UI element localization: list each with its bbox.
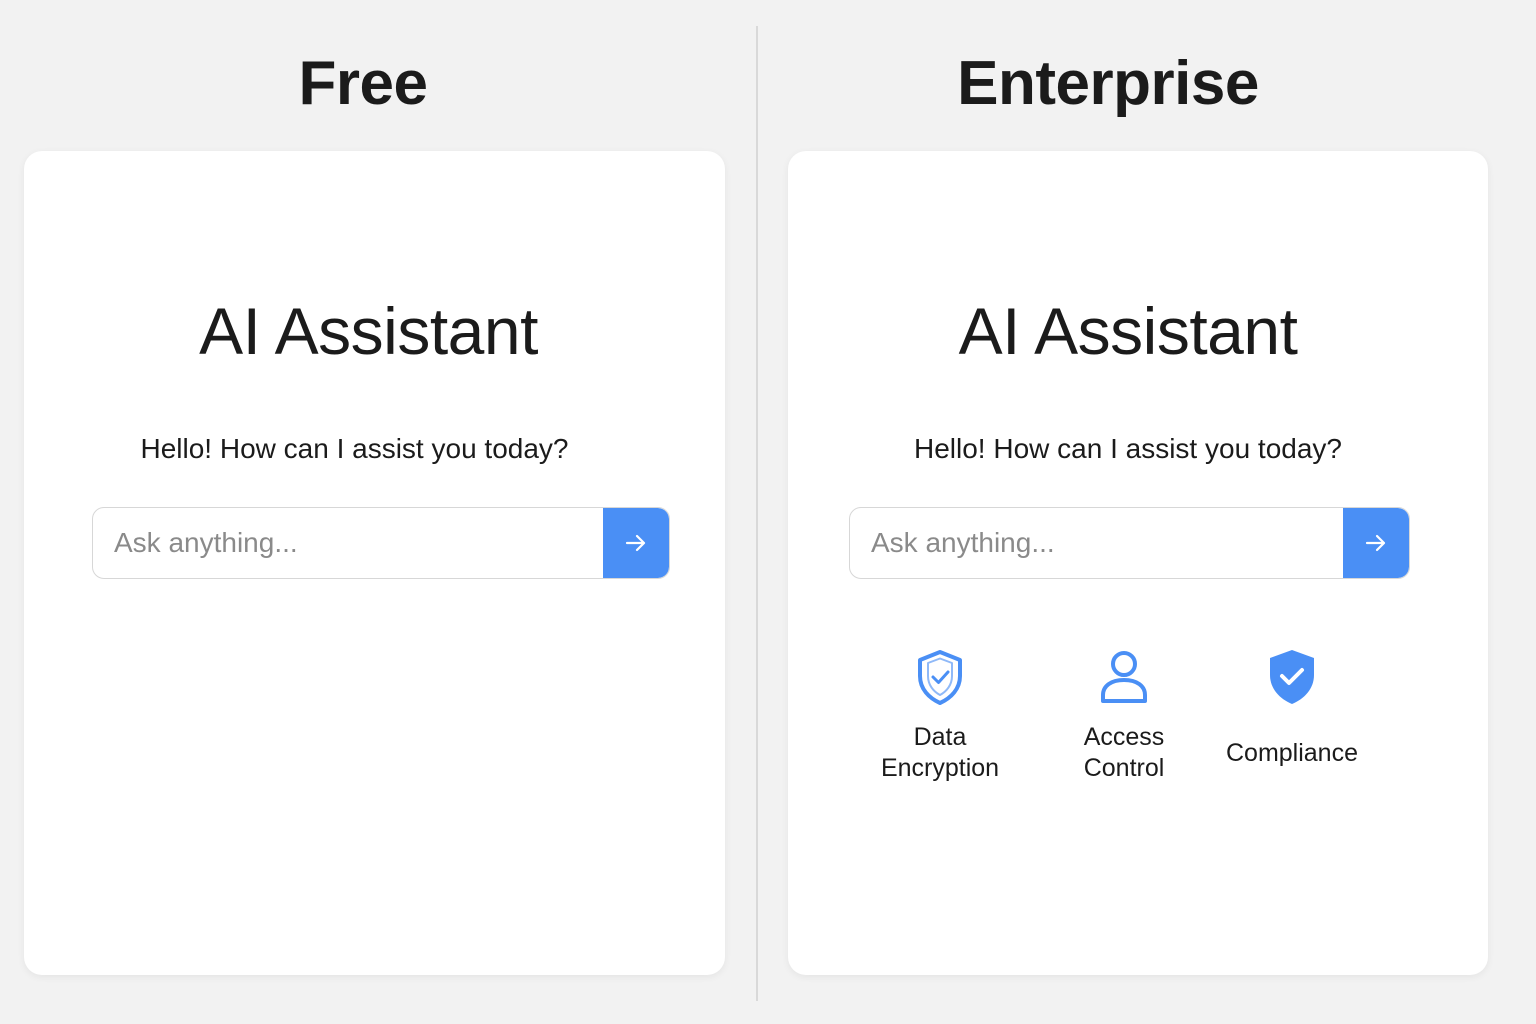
- free-assistant-card: AI Assistant Hello! How can I assist you…: [24, 151, 725, 975]
- enterprise-assistant-card: AI Assistant Hello! How can I assist you…: [788, 151, 1488, 975]
- feature-access-control: Access Control: [1039, 646, 1209, 784]
- app-title: AI Assistant: [199, 294, 538, 368]
- search-input[interactable]: [93, 508, 604, 578]
- panel-divider: [756, 26, 758, 1001]
- feature-label-line: Data: [913, 723, 967, 751]
- arrow-right-icon: [625, 534, 646, 552]
- feature-compliance: Compliance: [1207, 646, 1377, 769]
- arrow-right-icon: [1365, 534, 1386, 552]
- user-icon: [1101, 651, 1147, 703]
- feature-data-encryption: Data Encryption: [855, 646, 1025, 784]
- send-button[interactable]: [1343, 508, 1409, 578]
- greeting-text: Hello! How can I assist you today?: [140, 433, 569, 464]
- free-plan-title: Free: [298, 49, 428, 118]
- feature-label-line: Compliance: [1225, 739, 1358, 767]
- shield-check-outline-icon: [918, 650, 962, 705]
- enterprise-plan-title: Enterprise: [957, 49, 1259, 118]
- send-button[interactable]: [603, 508, 669, 578]
- search-bar: [92, 507, 670, 579]
- feature-label-line: Access: [1083, 723, 1165, 751]
- greeting-text: Hello! How can I assist you today?: [914, 433, 1342, 464]
- search-input[interactable]: [850, 508, 1344, 578]
- feature-label-line: Control: [1083, 754, 1165, 782]
- search-bar: [849, 507, 1410, 579]
- app-title: AI Assistant: [958, 294, 1298, 368]
- enterprise-features: Data Encryption Access Control Complianc…: [788, 646, 1488, 796]
- feature-label-line: Encryption: [880, 754, 1000, 782]
- shield-check-filled-icon: [1270, 650, 1314, 704]
